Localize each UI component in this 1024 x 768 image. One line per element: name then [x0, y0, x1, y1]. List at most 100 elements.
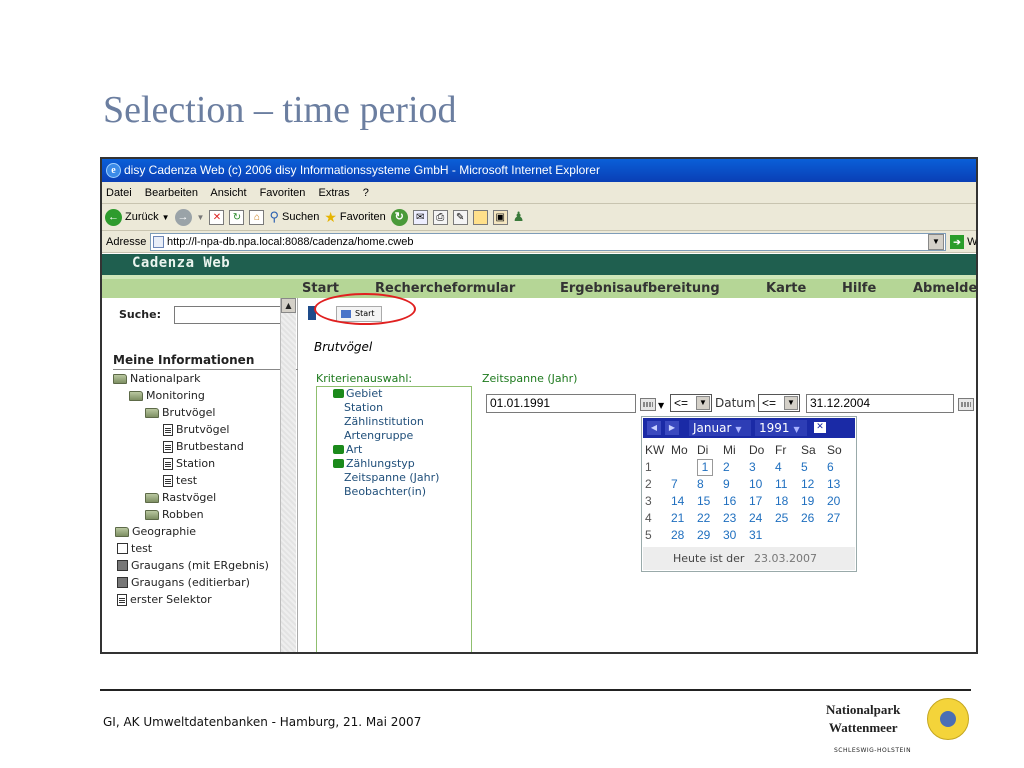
nav-hilfe[interactable]: Hilfe [842, 279, 876, 298]
tree-item[interactable]: Monitoring [129, 389, 205, 402]
calendar-day[interactable]: 28 [671, 527, 697, 544]
year-select[interactable]: 1991 ▼ [755, 420, 807, 436]
calendar-day[interactable]: 31 [749, 527, 775, 544]
calendar-day[interactable]: 24 [749, 510, 775, 527]
criteria-item[interactable]: Zählungstyp [333, 457, 415, 470]
calendar-day[interactable]: 23 [723, 510, 749, 527]
calendar-day[interactable]: 7 [671, 476, 697, 493]
calendar-day[interactable]: 2 [723, 459, 749, 476]
criteria-item[interactable]: Gebiet [333, 387, 382, 400]
today-date[interactable]: 23.03.2007 [754, 552, 817, 565]
calendar-day[interactable]: 14 [671, 493, 697, 510]
calendar-day[interactable]: 11 [775, 476, 801, 493]
stop-icon[interactable]: ✕ [209, 209, 225, 225]
scroll-up-icon[interactable]: ▲ [281, 298, 296, 313]
edit-icon[interactable]: ✎ [452, 209, 468, 225]
tree-item[interactable]: Brutvögel [145, 406, 215, 419]
tree-item[interactable]: Brutbestand [163, 440, 244, 453]
calendar-day[interactable]: 10 [749, 476, 775, 493]
menu-help[interactable]: ? [363, 187, 369, 199]
criteria-item[interactable]: Zählinstitution [344, 415, 424, 428]
calendar-day[interactable]: 5 [801, 459, 827, 476]
calendar-day[interactable]: 4 [775, 459, 801, 476]
nav-abmelden[interactable]: Abmelde [913, 279, 976, 298]
criteria-item[interactable]: Art [333, 443, 362, 456]
calendar-day[interactable]: 12 [801, 476, 827, 493]
calendar-day[interactable]: 21 [671, 510, 697, 527]
mail-icon[interactable]: ✉ [412, 209, 428, 225]
calendar-day[interactable]: 20 [827, 493, 853, 510]
tree-item[interactable]: test [163, 474, 197, 487]
tree-item[interactable]: Robben [145, 508, 204, 521]
tree-item[interactable]: Geographie [115, 525, 196, 538]
home-icon[interactable]: ⌂ [249, 209, 265, 225]
criteria-item[interactable]: Station [344, 401, 383, 414]
calendar-day[interactable]: 9 [723, 476, 749, 493]
nav-karte[interactable]: Karte [766, 279, 806, 298]
week-number: 5 [645, 528, 652, 542]
research-icon[interactable]: ▣ [492, 209, 508, 225]
favorites-button[interactable]: ★ Favoriten [324, 209, 385, 226]
nav-ergebnisaufbereitung[interactable]: Ergebnisaufbereitung [560, 279, 720, 298]
operator-from-select[interactable]: <= ▼ [670, 394, 712, 412]
prev-month-icon[interactable]: ◀ [647, 421, 661, 435]
criteria-item[interactable]: Zeitspanne (Jahr) [344, 471, 439, 484]
calendar-day[interactable]: 3 [749, 459, 775, 476]
search-input[interactable] [174, 306, 284, 324]
address-dropdown-icon[interactable]: ▼ [928, 234, 944, 250]
tree-item[interactable]: Brutvögel [163, 423, 229, 436]
menu-favoriten[interactable]: Favoriten [260, 187, 306, 199]
address-input[interactable]: http://l-npa-db.npa.local:8088/cadenza/h… [150, 233, 946, 251]
criteria-item[interactable]: Artengruppe [344, 429, 413, 442]
tree-item[interactable]: Graugans (editierbar) [117, 576, 250, 589]
left-scrollbar[interactable]: ▲ [280, 298, 296, 652]
back-button[interactable]: ← Zurück ▼ [105, 208, 170, 226]
tree-item[interactable]: Station [163, 457, 215, 470]
criteria-item[interactable]: Beobachter(in) [344, 485, 426, 498]
calendar-day[interactable]: 16 [723, 493, 749, 510]
table-icon [117, 560, 128, 571]
next-month-icon[interactable]: ▶ [665, 421, 679, 435]
month-select[interactable]: Januar ▼ [689, 420, 751, 436]
tree-item[interactable]: Nationalpark [113, 372, 200, 385]
close-icon[interactable]: ✕ [814, 422, 826, 433]
calendar-day[interactable]: 25 [775, 510, 801, 527]
calendar-day[interactable]: 17 [749, 493, 775, 510]
nav-start[interactable]: Start [302, 279, 339, 298]
menu-datei[interactable]: Datei [106, 187, 132, 199]
calendar-day[interactable]: 8 [697, 476, 723, 493]
go-button[interactable]: ➔ W [950, 231, 976, 253]
operator-to-select[interactable]: <= ▼ [758, 394, 800, 412]
messenger-icon[interactable]: ♟ [513, 209, 525, 225]
refresh-icon[interactable]: ↻ [229, 209, 245, 225]
calendar-day[interactable]: 30 [723, 527, 749, 544]
calendar-day[interactable]: 27 [827, 510, 853, 527]
nav-rechercheformular[interactable]: Rechercheformular [375, 279, 515, 298]
calendar-icon[interactable] [958, 398, 974, 411]
date-from-input[interactable]: 01.01.1991 [486, 394, 636, 413]
menu-bearbeiten[interactable]: Bearbeiten [145, 187, 198, 199]
calendar-icon[interactable] [640, 398, 656, 411]
forward-arrow-icon[interactable]: → [174, 208, 192, 226]
chevron-down-icon[interactable]: ▼ [658, 401, 664, 410]
calendar-day[interactable]: 13 [827, 476, 853, 493]
print-icon[interactable]: ⎙ [432, 209, 448, 225]
tree-item[interactable]: Rastvögel [145, 491, 216, 504]
calendar-day[interactable]: 1 [697, 459, 713, 476]
menu-extras[interactable]: Extras [318, 187, 349, 199]
tree-item[interactable]: test [117, 542, 152, 555]
calendar-day[interactable]: 15 [697, 493, 723, 510]
calendar-day[interactable]: 19 [801, 493, 827, 510]
date-to-input[interactable]: 31.12.2004 [806, 394, 954, 413]
note-icon[interactable] [472, 209, 488, 225]
calendar-day[interactable]: 29 [697, 527, 723, 544]
search-button[interactable]: ⚲ Suchen [269, 209, 319, 225]
tree-item[interactable]: erster Selektor [117, 593, 212, 606]
calendar-day[interactable]: 6 [827, 459, 853, 476]
calendar-day[interactable]: 22 [697, 510, 723, 527]
menu-ansicht[interactable]: Ansicht [210, 187, 246, 199]
calendar-day[interactable]: 18 [775, 493, 801, 510]
tree-item[interactable]: Graugans (mit ERgebnis) [117, 559, 269, 572]
history-icon[interactable]: ↻ [390, 208, 408, 226]
calendar-day[interactable]: 26 [801, 510, 827, 527]
